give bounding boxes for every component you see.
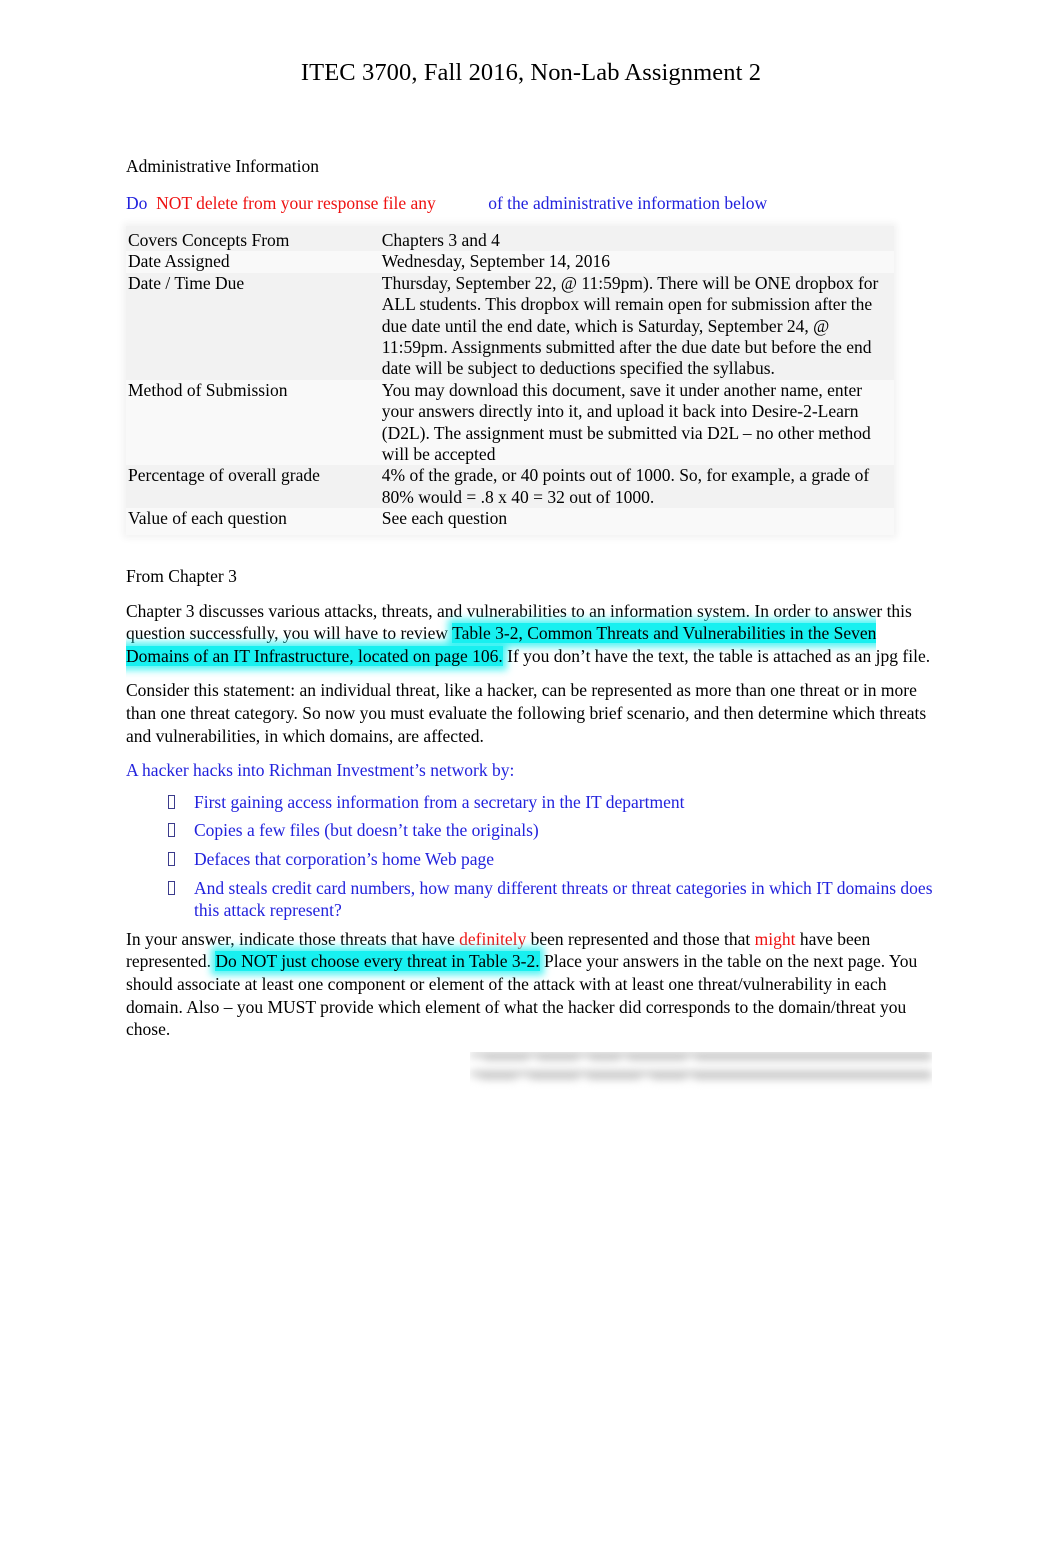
closing-emphasis-might: might [754,928,796,949]
list-item: Defaces that corporation’s home Web page [126,848,938,871]
blurred-line [470,1052,932,1065]
table-cell-label: Date / Time Due [128,272,245,293]
notice-part-not-delete: NOT delete from your response file any [151,193,436,213]
chapter-paragraph-2: Consider this statement: an individual t… [126,680,927,746]
table-cell-label: Covers Concepts From [128,230,290,250]
missing-glyph-bullet-icon [168,823,175,838]
table-cell-value: Wednesday, September 14, 2016 [377,251,894,273]
table-row: Percentage of overall grade 4% of the gr… [126,465,894,508]
missing-glyph-bullet-icon [168,852,175,867]
table-cell-value: 4% of the grade, or 40 points out of 100… [381,465,870,507]
table-row: Date Assigned Wednesday, September 14, 2… [126,251,894,273]
table-cell-value: Thursday, September 22, @ 11:59pm). Ther… [381,272,879,379]
document-body: Administrative Information Do NOT delete… [126,155,938,1053]
para1-post-text: If you don’t have the text, the table is… [502,645,931,666]
scenario-bullet-list: First gaining access information from a … [126,791,938,922]
table-cell-label: Percentage of overall grade [128,465,320,486]
list-item-label: First gaining access information from a … [194,791,685,812]
chapter-paragraph-1: Chapter 3 discusses various attacks, thr… [126,600,938,668]
blurred-line [470,1071,932,1084]
notice-spacer [436,193,489,213]
closing-emphasis-definitely: definitely [459,928,527,949]
table-cell-value: See each question [377,508,894,535]
list-item: And steals credit card numbers, how many… [126,877,938,922]
document-page: ITEC 3700, Fall 2016, Non-Lab Assignment… [0,0,1062,1561]
closing-mid-text-1: been represented and those that [526,928,755,949]
missing-glyph-bullet-icon [168,880,175,895]
administrative-table-wrapper: Covers Concepts From Chapters 3 and 4 Da… [126,226,894,535]
list-item-label: Defaces that corporation’s home Web page [194,849,495,870]
closing-highlighted-warning: Do NOT just choose every threat in Table… [215,951,540,972]
list-item: Copies a few files (but doesn’t take the… [126,819,938,842]
table-cell-label: Value of each question [126,508,378,535]
do-not-delete-notice: Do NOT delete from your response file an… [126,192,938,215]
table-row: Method of Submission You may download th… [126,379,894,466]
table-row: Value of each question See each question [126,508,894,535]
scenario-lead-line: A hacker hacks into Richman Investment’s… [126,760,515,781]
closing-pre-text: In your answer, indicate those threats t… [126,928,460,949]
list-item-label: Copies a few files (but doesn’t take the… [194,820,539,841]
administrative-table: Covers Concepts From Chapters 3 and 4 Da… [126,226,894,535]
missing-glyph-bullet-icon [168,794,175,809]
closing-instructions-paragraph: In your answer, indicate those threats t… [126,928,938,1041]
table-cell-value: You may download this document, save it … [377,379,894,466]
table-cell-value: Chapters 3 and 4 [381,230,500,250]
table-cell-label: Method of Submission [126,379,378,466]
administrative-information-heading: Administrative Information [126,156,319,176]
page-title: ITEC 3700, Fall 2016, Non-Lab Assignment… [300,59,762,86]
table-row: Covers Concepts From Chapters 3 and 4 [126,226,894,251]
notice-part-admin-info: of the administrative information below [488,193,768,213]
table-cell-label: Date Assigned [126,251,378,273]
blurred-illegible-text-region [470,1052,932,1098]
list-item-label: And steals credit card numbers, how many… [194,877,933,921]
table-row: Date / Time Due Thursday, September 22, … [126,273,894,380]
notice-part-do: Do [126,193,152,213]
from-chapter-heading: From Chapter 3 [126,565,237,586]
list-item: First gaining access information from a … [126,791,938,814]
